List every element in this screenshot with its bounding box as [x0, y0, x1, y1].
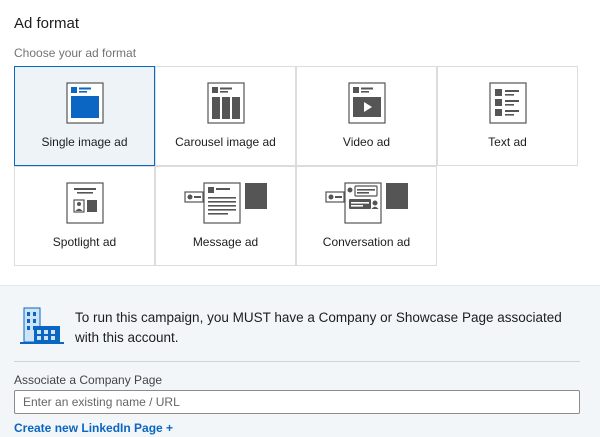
- carousel-image-ad-icon: [206, 82, 245, 124]
- company-page-panel: To run this campaign, you MUST have a Co…: [0, 285, 600, 437]
- option-label: Conversation ad: [322, 235, 411, 249]
- option-label: Text ad: [488, 135, 527, 149]
- company-page-field-label: Associate a Company Page: [14, 373, 163, 387]
- building-icon: [20, 307, 64, 344]
- create-linkedin-page-link[interactable]: Create new LinkedIn Page +: [14, 421, 173, 435]
- message-ad-icon: [183, 182, 267, 224]
- option-label: Video ad: [342, 135, 391, 149]
- text-ad-icon: [488, 82, 527, 124]
- ad-format-option-single-image[interactable]: Single image ad: [14, 66, 155, 166]
- ad-format-subheading: Choose your ad format: [14, 46, 137, 60]
- ad-format-grid: Single image ad Carousel image ad Video …: [14, 66, 580, 268]
- ad-format-option-carousel-image[interactable]: Carousel image ad: [155, 66, 296, 166]
- spotlight-ad-icon: [65, 182, 104, 224]
- ad-format-option-text[interactable]: Text ad: [437, 66, 578, 166]
- company-page-required-notice: To run this campaign, you MUST have a Co…: [75, 310, 562, 345]
- ad-format-option-spotlight[interactable]: Spotlight ad: [14, 166, 155, 266]
- company-page-input[interactable]: [14, 390, 580, 414]
- ad-format-option-conversation[interactable]: Conversation ad: [296, 166, 437, 266]
- campaign-ad-format-card: Ad format Choose your ad format Single i…: [0, 0, 600, 437]
- option-label: Single image ad: [41, 135, 128, 149]
- single-image-ad-icon: [65, 82, 104, 124]
- conversation-ad-icon: [324, 182, 408, 224]
- ad-format-option-message[interactable]: Message ad: [155, 166, 296, 266]
- option-label: Spotlight ad: [52, 235, 117, 249]
- divider: [14, 361, 580, 362]
- ad-format-heading: Ad format: [14, 15, 80, 32]
- option-label: Message ad: [192, 235, 259, 249]
- video-ad-icon: [347, 82, 386, 124]
- ad-format-option-video[interactable]: Video ad: [296, 66, 437, 166]
- option-label: Carousel image ad: [175, 135, 276, 149]
